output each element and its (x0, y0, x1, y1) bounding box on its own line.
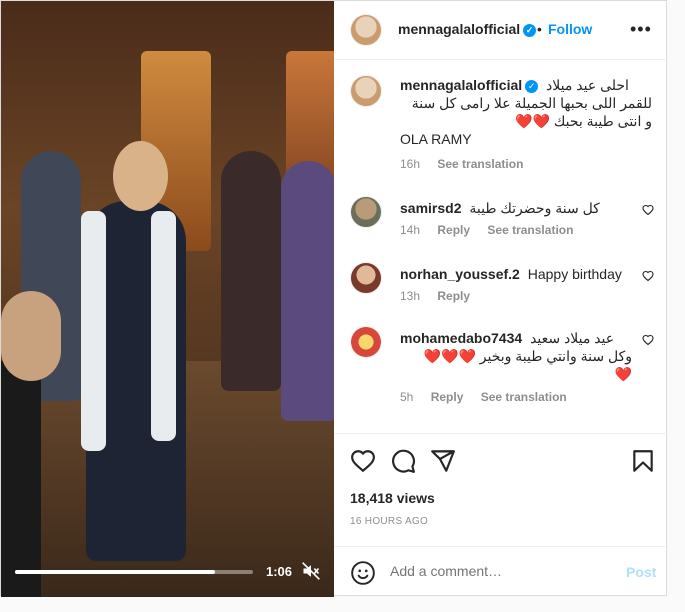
posted-time[interactable]: 16 HOURS AGO (350, 516, 428, 527)
dancer-head (113, 141, 168, 211)
background-person (221, 151, 281, 391)
foreground-arm (1, 361, 41, 597)
video-progress-bar[interactable] (15, 570, 253, 574)
comment-meta: 5h Reply See translation (400, 390, 581, 404)
comments-list[interactable]: mennagalalofficial ✓ احلى عيد ميلاد للقمر… (334, 60, 668, 432)
mute-icon[interactable] (301, 561, 321, 581)
more-options-icon[interactable]: ••• (630, 19, 652, 40)
separator: • (537, 21, 542, 37)
foreground-hand (1, 291, 61, 381)
caption-line: و انتى طيبة بحبك ❤️❤️ (515, 113, 652, 129)
add-comment-bar: Post (334, 546, 668, 598)
avatar[interactable] (350, 75, 382, 107)
avatar[interactable] (350, 326, 382, 358)
verified-icon: ✓ (525, 79, 539, 93)
heart-icon[interactable] (642, 334, 654, 346)
see-translation-link[interactable]: See translation (437, 157, 523, 171)
video-player[interactable]: 1:06 (1, 1, 334, 597)
background-person (281, 161, 334, 421)
avatar[interactable] (350, 14, 382, 46)
reply-button[interactable]: Reply (431, 390, 464, 404)
post-side-panel: mennagalalofficial ✓ • Follow ••• mennaga… (334, 1, 668, 597)
see-translation-link[interactable]: See translation (481, 390, 567, 404)
comment-body: وكل سنة وانتي طيبة وبخير ❤️❤️❤️ (423, 348, 632, 364)
follow-button[interactable]: Follow (548, 21, 592, 37)
comment-time: 14h (400, 223, 421, 237)
verified-icon: ✓ (523, 23, 537, 37)
comment-text: samirsd2 كل سنة وحضرتك طيبة (400, 199, 632, 217)
caption-line: احلى عيد ميلاد (546, 77, 629, 93)
heart-icon[interactable] (350, 448, 376, 474)
caption-line: OLA RAMY (400, 131, 472, 147)
comment-time: 5h (400, 390, 414, 404)
header-username[interactable]: mennagalalofficial ✓ (398, 21, 537, 37)
comment-time: 13h (400, 289, 421, 303)
comment-text: norhan_youssef.2 Happy birthday (400, 265, 632, 283)
comment-text: mohamedabo7434 عيد ميلاد سعيد وكل سنة وا… (400, 329, 632, 383)
emoji-icon[interactable] (350, 560, 376, 586)
comment-meta: 13h Reply (400, 289, 484, 303)
video-progress-fill (15, 570, 215, 574)
comment-body: عيد ميلاد سعيد (530, 330, 615, 346)
dancer-scarf (151, 211, 176, 441)
bookmark-icon[interactable] (630, 448, 656, 474)
comment-icon[interactable] (390, 448, 416, 474)
post-header: mennagalalofficial ✓ • Follow ••• (334, 1, 668, 60)
heart-icon[interactable] (642, 270, 654, 282)
comment-meta: 14h Reply See translation (400, 223, 587, 237)
share-icon[interactable] (430, 448, 456, 474)
comment-username[interactable]: mohamedabo7434 (400, 330, 522, 346)
reply-button[interactable]: Reply (437, 289, 470, 303)
avatar[interactable] (350, 196, 382, 228)
post-button[interactable]: Post (626, 564, 656, 580)
dancer-scarf (81, 211, 106, 451)
video-time: 1:06 (266, 564, 293, 579)
caption-time: 16h (400, 157, 421, 171)
username-link[interactable]: mennagalalofficial (398, 21, 520, 37)
caption-text: mennagalalofficial ✓ احلى عيد ميلاد للقمر… (400, 76, 652, 148)
caption-line: للقمر اللى بحبها الجميلة علا رامى كل سنة (411, 95, 652, 111)
comment-input[interactable] (390, 563, 610, 579)
heart-icon[interactable] (642, 204, 654, 216)
comment-body: ❤️ (614, 366, 632, 382)
comment-body: Happy birthday (527, 266, 622, 282)
see-translation-link[interactable]: See translation (487, 223, 573, 237)
comment-username[interactable]: samirsd2 (400, 200, 461, 216)
reply-button[interactable]: Reply (437, 223, 470, 237)
comment-username[interactable]: norhan_youssef.2 (400, 266, 520, 282)
views-count[interactable]: 18,418 views (350, 490, 435, 506)
action-bar (334, 433, 668, 484)
avatar[interactable] (350, 262, 382, 294)
comment-body: كل سنة وحضرتك طيبة (469, 200, 600, 216)
post-dialog: 1:06 mennagalalofficial ✓ • Follow ••• me… (0, 0, 668, 597)
caption-username[interactable]: mennagalalofficial (400, 77, 522, 93)
caption-meta: 16h See translation (400, 157, 537, 171)
